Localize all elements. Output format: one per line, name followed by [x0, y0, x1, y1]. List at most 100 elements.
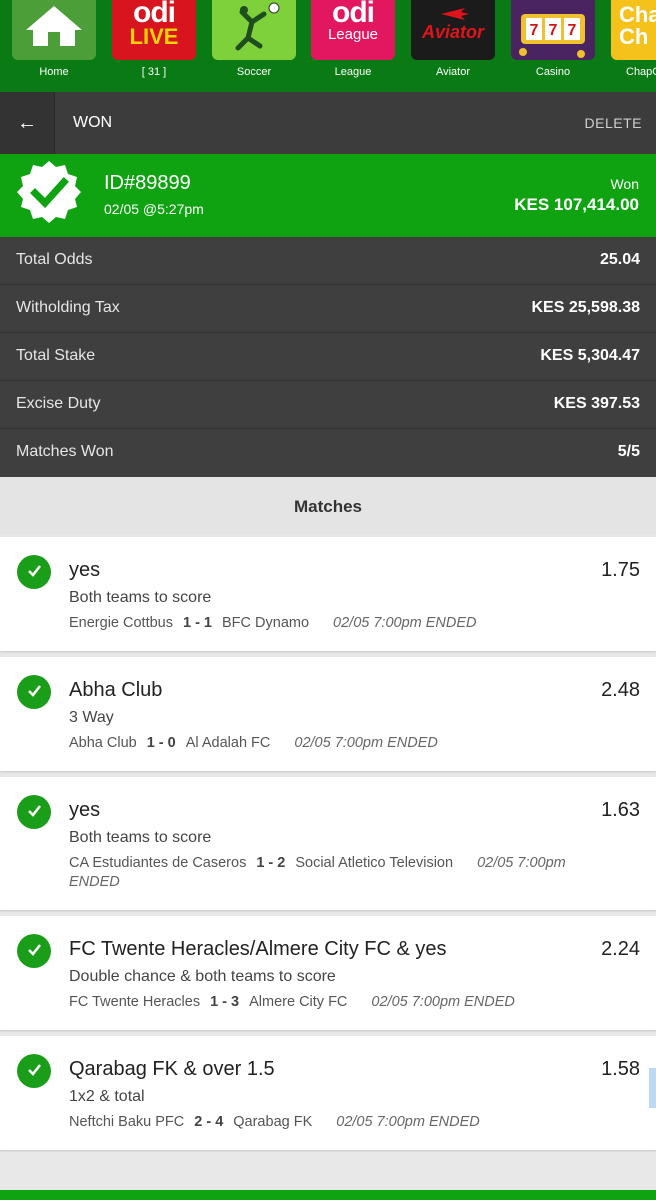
bet-summary: Total Odds 25.04 Witholding Tax KES 25,5… [0, 237, 656, 477]
match-odds: 1.63 [601, 799, 640, 821]
match-pick: Abha Club [69, 679, 163, 701]
match-card[interactable]: Abha Club 3 Way 2.48 Abha Club 1 - 0 Al Ad… [0, 657, 656, 771]
nav-live-label: [ 31 ] [141, 66, 167, 78]
odi-league-logo: odi League [311, 0, 395, 60]
won-amount: KES 107,414.00 [514, 195, 639, 214]
nav-soccer[interactable]: Soccer [212, 0, 296, 92]
match-info: Abha Club 1 - 0 Al Adalah FC 02/05 7:00pm E… [69, 734, 569, 753]
summary-value: 25.04 [599, 251, 640, 268]
won-check-icon [17, 555, 51, 589]
away-team: Qarabag FK [233, 1114, 313, 1130]
summary-row-total-stake: Total Stake KES 5,304.47 [0, 333, 656, 381]
summary-value: KES 25,598.38 [531, 299, 640, 316]
summary-label: Matches Won [16, 443, 114, 460]
bet-banner: ID#89899 02/05 @5:27pm Won KES 107,414.0… [0, 154, 656, 237]
verified-badge-icon [16, 159, 82, 225]
nav-aviator[interactable]: Aviator Aviator [411, 0, 495, 92]
aviator-logo-text: Aviator [421, 22, 484, 42]
match-pick: yes [69, 559, 101, 581]
won-check-icon [17, 795, 51, 829]
nav-league[interactable]: odi League League [311, 0, 395, 92]
match-score: 1 - 3 [210, 994, 240, 1010]
summary-row-excise-duty: Excise Duty KES 397.53 [0, 381, 656, 429]
match-market: 1x2 & total [69, 1088, 145, 1105]
match-card[interactable]: yes Both teams to score 1.75 Energie Cot… [0, 537, 656, 651]
match-info: Energie Cottbus 1 - 1 BFC Dynamo 02/05 7:00… [69, 614, 569, 633]
match-odds: 2.24 [601, 938, 640, 960]
soccer-player-icon [212, 0, 296, 60]
match-market: Both teams to score [69, 589, 212, 606]
svg-text:7: 7 [549, 22, 558, 39]
scroll-handle[interactable] [649, 1068, 656, 1108]
matches-title: Matches [293, 497, 363, 516]
home-team: FC Twente Heracles [69, 994, 201, 1010]
page-title: WON [73, 114, 113, 131]
summary-value: 5/5 [617, 443, 640, 460]
match-info: Neftchi Baku PFC 2 - 4 Qarabag FK 02/05 7:0… [69, 1113, 569, 1132]
odi-league-logo-text-1: odi [332, 0, 375, 29]
home-team: Energie Cottbus [69, 615, 173, 631]
nav-casino[interactable]: 7 7 7 Casino [511, 0, 595, 92]
match-score: 1 - 2 [256, 855, 286, 871]
slot-machine-icon: 7 7 7 [511, 0, 595, 60]
matches-section-header: Matches [0, 477, 656, 535]
match-odds: 1.75 [601, 559, 640, 581]
match-card[interactable]: Qarabag FK & over 1.5 1x2 & total 1.58 N… [0, 1036, 656, 1150]
summary-label: Total Stake [16, 347, 96, 364]
match-pick: yes [69, 799, 101, 821]
bet-status: Won [610, 176, 639, 192]
match-info: CA Estudiantes de Caseros 1 - 2 Social Atl… [69, 854, 569, 892]
nav-chapchap-label: ChapC [626, 66, 656, 78]
nav-casino-label: Casino [535, 66, 571, 78]
match-time: 02/05 7:00pm ENDED [294, 735, 438, 751]
match-score: 1 - 0 [146, 735, 176, 751]
away-team: Al Adalah FC [185, 735, 271, 751]
away-team: BFC Dynamo [222, 615, 310, 631]
match-pick: FC Twente Heracles/Almere City FC & yes [69, 938, 447, 960]
chapchap-logo-text-2: Ch [619, 24, 649, 49]
match-time: 02/05 7:00pm ENDED [336, 1114, 480, 1130]
back-button[interactable]: ← [0, 92, 55, 154]
odi-league-logo-text-2: League [327, 26, 379, 43]
bottom-bar [0, 1190, 656, 1200]
match-score: 1 - 1 [182, 615, 212, 631]
summary-label: Total Odds [16, 251, 93, 268]
summary-value: KES 5,304.47 [540, 347, 640, 364]
away-team: Social Atletico Television [295, 855, 454, 871]
odi-live-logo: odi LIVE [112, 0, 196, 60]
match-odds: 1.58 [601, 1058, 640, 1080]
match-odds: 2.48 [601, 679, 640, 701]
match-market: 3 Way [69, 709, 114, 726]
match-time: 02/05 7:00pm ENDED [333, 615, 477, 631]
nav-chapchap[interactable]: Cha Ch ChapC [611, 0, 656, 92]
match-time: 02/05 7:00pm ENDED [371, 994, 515, 1010]
summary-row-total-odds: Total Odds 25.04 [0, 237, 656, 285]
match-market: Both teams to score [69, 829, 212, 846]
away-team: Almere City FC [249, 994, 348, 1010]
match-score: 2 - 4 [194, 1114, 224, 1130]
won-check-icon [17, 675, 51, 709]
top-nav: Home odi LIVE [ 31 ] Soccer odi League L… [0, 0, 656, 92]
chapchap-logo-text-1: Cha [619, 2, 656, 27]
home-team: CA Estudiantes de Caseros [69, 855, 247, 871]
summary-value: KES 397.53 [553, 395, 640, 412]
home-team: Abha Club [69, 735, 137, 751]
nav-live[interactable]: odi LIVE [ 31 ] [112, 0, 196, 92]
summary-row-withholding-tax: Witholding Tax KES 25,598.38 [0, 285, 656, 333]
svg-text:7: 7 [568, 22, 577, 39]
nav-aviator-label: Aviator [435, 66, 471, 78]
bet-id: ID#89899 [104, 172, 191, 194]
aviator-logo: Aviator [411, 0, 495, 60]
back-arrow-icon: ← [17, 112, 37, 134]
match-card[interactable]: yes Both teams to score 1.63 CA Estudian… [0, 777, 656, 910]
odi-live-logo-text-1: odi [133, 0, 176, 29]
summary-row-matches-won: Matches Won 5/5 [0, 429, 656, 477]
bet-date: 02/05 @5:27pm [104, 201, 204, 217]
match-card[interactable]: FC Twente Heracles/Almere City FC & yes … [0, 916, 656, 1030]
won-check-icon [17, 1054, 51, 1088]
nav-home[interactable]: Home [12, 0, 96, 92]
summary-label: Witholding Tax [16, 299, 120, 316]
nav-home-label: Home [39, 66, 69, 78]
delete-button[interactable]: DELETE [585, 115, 642, 131]
summary-label: Excise Duty [16, 395, 101, 412]
